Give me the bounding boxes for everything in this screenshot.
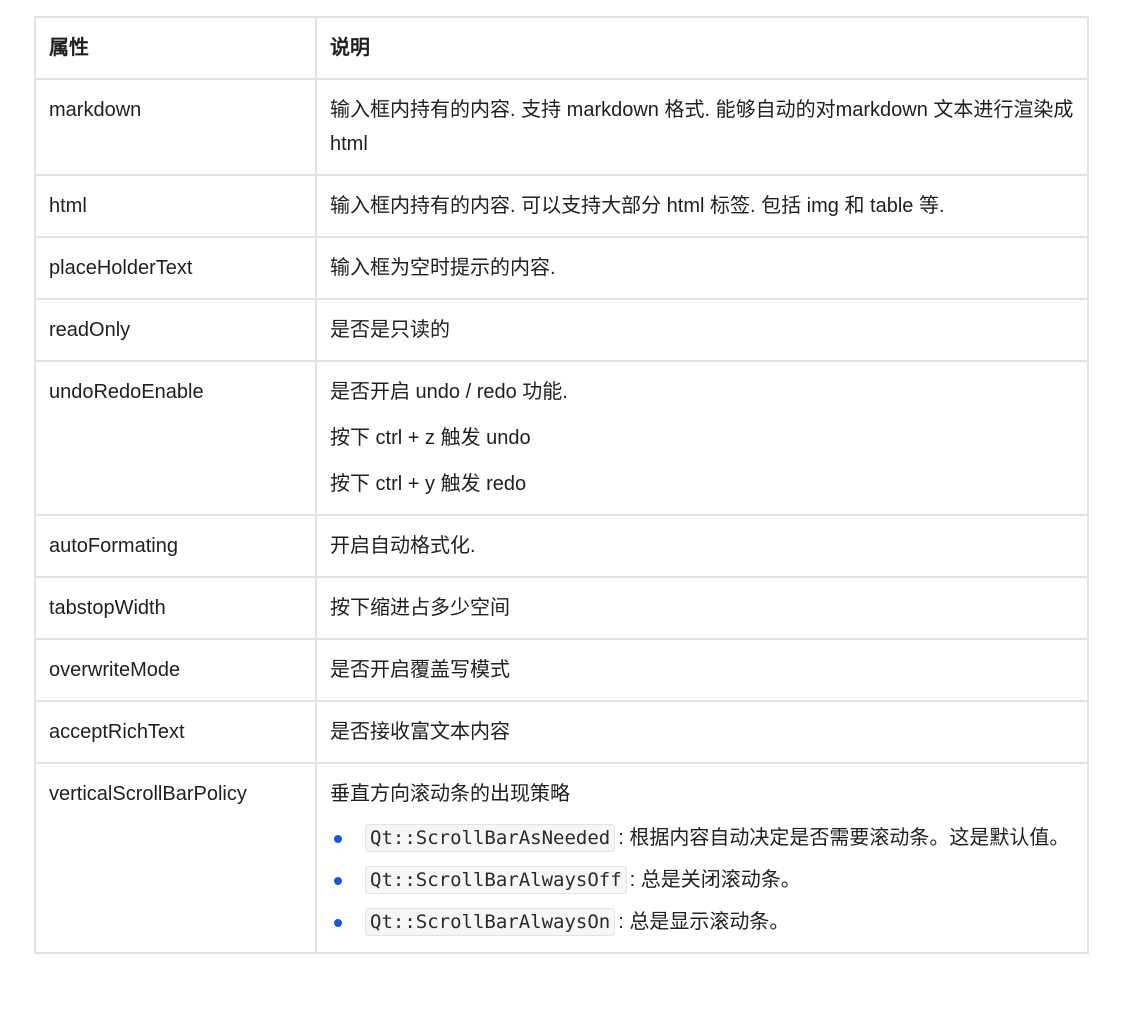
option-list: Qt::ScrollBarAsNeeded: 根据内容自动决定是否需要滚动条。这… — [330, 821, 1075, 939]
table-row: markdown 输入框内持有的内容. 支持 markdown 格式. 能够自动… — [34, 78, 1089, 176]
property-description: 是否开启 undo / redo 功能. 按下 ctrl + z 触发 undo… — [315, 360, 1089, 516]
option-code: Qt::ScrollBarAsNeeded — [365, 824, 616, 852]
table-row: tabstopWidth 按下缩进占多少空间 — [34, 576, 1089, 640]
property-description: 垂直方向滚动条的出现策略 Qt::ScrollBarAsNeeded: 根据内容… — [315, 762, 1089, 954]
properties-table: 属性 说明 markdown 输入框内持有的内容. 支持 markdown 格式… — [34, 16, 1089, 954]
table-row: verticalScrollBarPolicy 垂直方向滚动条的出现策略 Qt:… — [34, 762, 1089, 954]
property-name: acceptRichText — [34, 700, 317, 764]
bullet-icon — [334, 877, 342, 885]
bullet-icon — [334, 919, 342, 927]
option-item: Qt::ScrollBarAlwaysOff: 总是关闭滚动条。 — [330, 863, 1075, 897]
property-description: 是否接收富文本内容 — [315, 700, 1089, 764]
table-row: acceptRichText 是否接收富文本内容 — [34, 700, 1089, 764]
property-name: undoRedoEnable — [34, 360, 317, 516]
option-code: Qt::ScrollBarAlwaysOn — [365, 908, 616, 936]
table-row: readOnly 是否是只读的 — [34, 298, 1089, 362]
property-name: html — [34, 174, 317, 238]
property-name: markdown — [34, 78, 317, 176]
description-text: 输入框为空时提示的内容. — [330, 257, 556, 279]
option-code: Qt::ScrollBarAlwaysOff — [365, 866, 627, 894]
property-description: 输入框内持有的内容. 支持 markdown 格式. 能够自动的对markdow… — [315, 78, 1089, 176]
property-name: tabstopWidth — [34, 576, 317, 640]
header-description: 说明 — [315, 16, 1089, 80]
property-description: 输入框为空时提示的内容. — [315, 236, 1089, 300]
table-row: autoFormating 开启自动格式化. — [34, 514, 1089, 578]
property-name: verticalScrollBarPolicy — [34, 762, 317, 954]
property-name: autoFormating — [34, 514, 317, 578]
property-name: readOnly — [34, 298, 317, 362]
description-text: 是否是只读的 — [330, 319, 450, 341]
property-name: overwriteMode — [34, 638, 317, 702]
property-description: 是否是只读的 — [315, 298, 1089, 362]
description-text: 按下 ctrl + z 触发 undo — [330, 427, 531, 449]
table-row: html 输入框内持有的内容. 可以支持大部分 html 标签. 包括 img … — [34, 174, 1089, 238]
option-text: : 总是关闭滚动条。 — [629, 869, 801, 891]
property-description: 输入框内持有的内容. 可以支持大部分 html 标签. 包括 img 和 tab… — [315, 174, 1089, 238]
option-text: : 根据内容自动决定是否需要滚动条。这是默认值。 — [618, 827, 1070, 849]
table-row: placeHolderText 输入框为空时提示的内容. — [34, 236, 1089, 300]
description-text: 按下缩进占多少空间 — [330, 597, 510, 619]
description-text: 垂直方向滚动条的出现策略 — [330, 783, 570, 805]
table-row: undoRedoEnable 是否开启 undo / redo 功能. 按下 c… — [34, 360, 1089, 516]
description-text: 输入框内持有的内容. 可以支持大部分 html 标签. 包括 img 和 tab… — [330, 195, 945, 217]
description-text: 是否接收富文本内容 — [330, 721, 510, 743]
description-text: 开启自动格式化. — [330, 535, 476, 557]
option-text: : 总是显示滚动条。 — [618, 911, 790, 933]
bullet-icon — [334, 835, 342, 843]
option-item: Qt::ScrollBarAlwaysOn: 总是显示滚动条。 — [330, 905, 1075, 939]
description-text: 输入框内持有的内容. 支持 markdown 格式. 能够自动的对markdow… — [330, 99, 1074, 155]
header-property: 属性 — [34, 16, 317, 80]
table-row: overwriteMode 是否开启覆盖写模式 — [34, 638, 1089, 702]
property-description: 是否开启覆盖写模式 — [315, 638, 1089, 702]
property-description: 按下缩进占多少空间 — [315, 576, 1089, 640]
description-text: 是否开启 undo / redo 功能. — [330, 381, 568, 403]
option-item: Qt::ScrollBarAsNeeded: 根据内容自动决定是否需要滚动条。这… — [330, 821, 1075, 855]
property-description: 开启自动格式化. — [315, 514, 1089, 578]
property-name: placeHolderText — [34, 236, 317, 300]
properties-table-wrapper: 属性 说明 markdown 输入框内持有的内容. 支持 markdown 格式… — [34, 16, 1089, 954]
table-header-row: 属性 说明 — [34, 16, 1089, 80]
description-text: 按下 ctrl + y 触发 redo — [330, 473, 527, 495]
description-text: 是否开启覆盖写模式 — [330, 659, 510, 681]
